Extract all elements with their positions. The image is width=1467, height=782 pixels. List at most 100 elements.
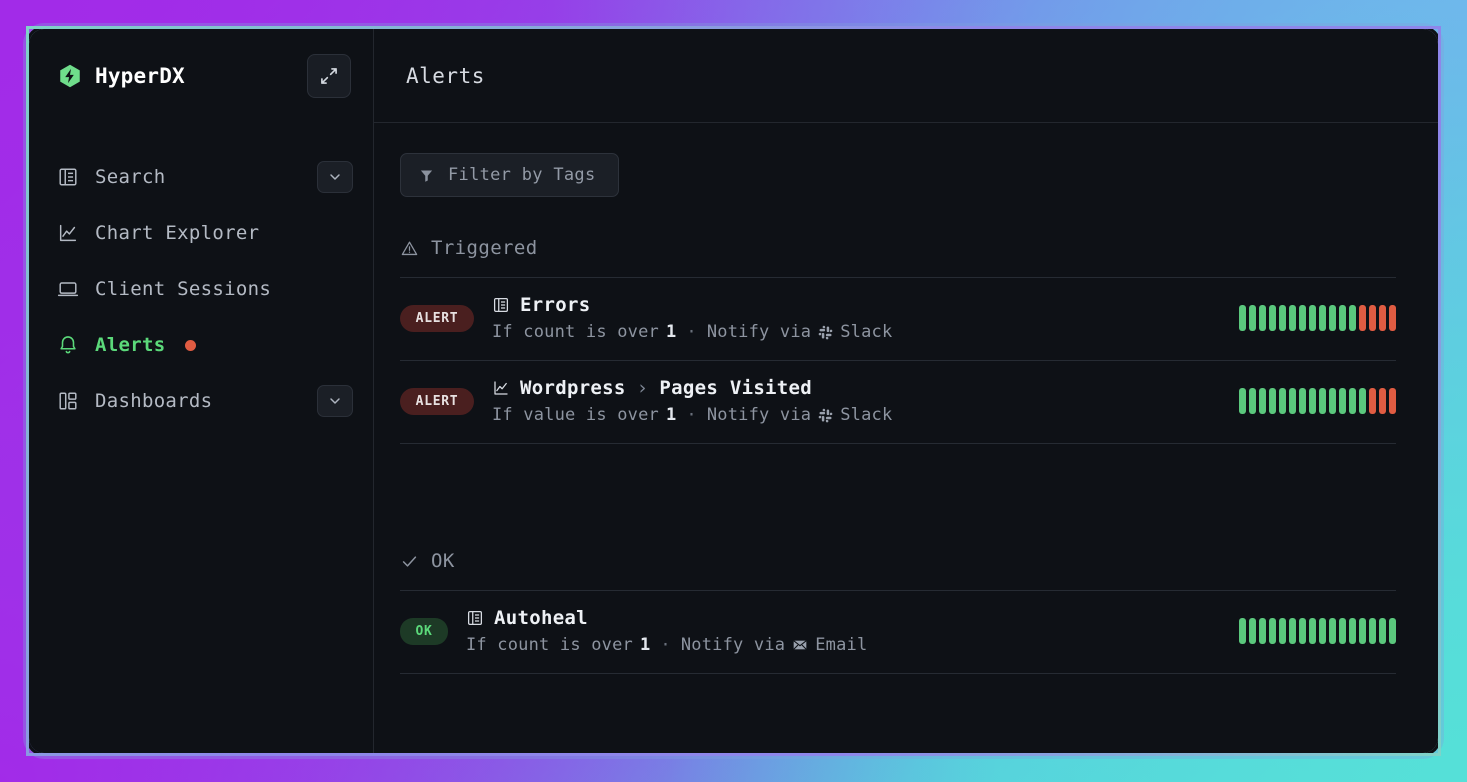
brand-row: HyperDX [29, 29, 373, 123]
sparkline-bar [1309, 388, 1316, 414]
line-chart-icon [492, 379, 510, 397]
chevron-down-icon [327, 169, 343, 185]
alert-row-info: Wordpress › Pages Visited If value is ov… [492, 377, 1199, 425]
section-ok: OK OK [400, 550, 1396, 674]
sparkline-bar [1269, 618, 1276, 644]
sparkline-bar [1289, 388, 1296, 414]
sidebar-item-search[interactable]: Search [29, 149, 373, 205]
alert-row[interactable]: ALERT Wordpress › Pages Visited [400, 361, 1396, 444]
expand-sidebar-button[interactable] [307, 54, 351, 98]
sparkline-bar [1359, 305, 1366, 331]
sidebar-item-label: Dashboards [95, 390, 212, 412]
sparkline-bar [1349, 388, 1356, 414]
sparkline-bar [1369, 618, 1376, 644]
slack-icon [818, 325, 833, 340]
sparkline-bar [1319, 388, 1326, 414]
section-header: Triggered [400, 237, 1396, 277]
threshold-value: 1 [640, 635, 650, 655]
alert-row-condition: If count is over 1 · Notify via Email [466, 635, 1199, 655]
alert-sparkline [1239, 388, 1396, 414]
search-expand-chevron-button[interactable] [317, 161, 353, 193]
status-badge: OK [400, 618, 448, 645]
sparkline-bar [1389, 618, 1396, 644]
list-document-icon [492, 296, 510, 314]
sparkline-bar [1259, 618, 1266, 644]
triggered-rows: ALERT Errors [400, 277, 1396, 444]
sparkline-bar [1329, 305, 1336, 331]
sidebar-item-label: Alerts [95, 334, 165, 356]
sidebar-item-label: Chart Explorer [95, 222, 259, 244]
separator-dot: · [686, 405, 696, 425]
channel-name: Email [815, 635, 867, 655]
filter-by-tags-button[interactable]: Filter by Tags [400, 153, 619, 197]
condition-text: If value is over [492, 405, 659, 425]
line-chart-icon [57, 222, 79, 244]
sidebar: HyperDX Search [29, 29, 374, 753]
separator-dot: · [686, 322, 696, 342]
channel-name: Slack [840, 405, 892, 425]
sparkline-bar [1379, 618, 1386, 644]
alert-row[interactable]: ALERT Errors [400, 278, 1396, 361]
alert-row-info: Autoheal If count is over 1 · Notify via [466, 607, 1199, 655]
sidebar-item-client-sessions[interactable]: Client Sessions [29, 261, 373, 317]
main-content: Alerts Filter by Tags Triggered [374, 29, 1438, 753]
warning-triangle-icon [400, 239, 419, 258]
notify-text: Notify via [707, 405, 811, 425]
sparkline-bar [1329, 388, 1336, 414]
dashboards-expand-chevron-button[interactable] [317, 385, 353, 417]
alert-row-info: Errors If count is over 1 · Notify via [492, 294, 1199, 342]
sparkline-bar [1359, 618, 1366, 644]
sparkline-bar [1249, 388, 1256, 414]
laptop-icon [57, 278, 79, 300]
sparkline-bar [1309, 305, 1316, 331]
filter-by-tags-label: Filter by Tags [448, 165, 596, 185]
section-label: OK [431, 550, 455, 572]
chevron-down-icon [327, 393, 343, 409]
sparkline-bar [1329, 618, 1336, 644]
alert-name: Autoheal [494, 607, 588, 629]
list-document-icon [466, 609, 484, 627]
sparkline-bar [1259, 388, 1266, 414]
threshold-value: 1 [666, 322, 676, 342]
alerts-unread-dot [185, 340, 196, 351]
sparkline-bar [1259, 305, 1266, 331]
status-badge: ALERT [400, 305, 474, 332]
check-icon [400, 552, 419, 571]
sparkline-bar [1379, 388, 1386, 414]
channel-name: Slack [840, 322, 892, 342]
breadcrumb-separator-icon: › [637, 377, 649, 399]
sparkline-bar [1299, 618, 1306, 644]
sparkline-bar [1289, 618, 1296, 644]
sparkline-bar [1279, 618, 1286, 644]
sparkline-bar [1339, 388, 1346, 414]
funnel-icon [419, 168, 434, 183]
sparkline-bar [1389, 305, 1396, 331]
sidebar-item-label: Client Sessions [95, 278, 271, 300]
sparkline-bar [1249, 618, 1256, 644]
list-document-icon [57, 166, 79, 188]
sidebar-item-alerts[interactable]: Alerts [29, 317, 373, 373]
sparkline-bar [1319, 305, 1326, 331]
main-body: Filter by Tags Triggered ALERT [374, 123, 1438, 753]
sidebar-item-chart-explorer[interactable]: Chart Explorer [29, 205, 373, 261]
bell-icon [57, 334, 79, 356]
sparkline-bar [1349, 618, 1356, 644]
sidebar-item-dashboards[interactable]: Dashboards [29, 373, 373, 429]
sparkline-bar [1369, 305, 1376, 331]
alert-row-condition: If value is over 1 · Notify via [492, 405, 1199, 425]
alert-sparkline [1239, 305, 1396, 331]
slack-icon [818, 408, 833, 423]
dashboard-grid-icon [57, 390, 79, 412]
sparkline-bar [1339, 618, 1346, 644]
alert-row[interactable]: OK Autoheal [400, 591, 1396, 674]
notify-text: Notify via [707, 322, 811, 342]
section-triggered: Triggered ALERT [400, 237, 1396, 444]
separator-dot: · [660, 635, 670, 655]
ok-rows: OK Autoheal [400, 590, 1396, 674]
page-title: Alerts [406, 64, 485, 88]
envelope-icon [792, 637, 808, 653]
sparkline-bar [1299, 305, 1306, 331]
main-header: Alerts [374, 29, 1438, 123]
sidebar-item-label: Search [95, 166, 165, 188]
expand-diagonal-icon [319, 66, 339, 86]
